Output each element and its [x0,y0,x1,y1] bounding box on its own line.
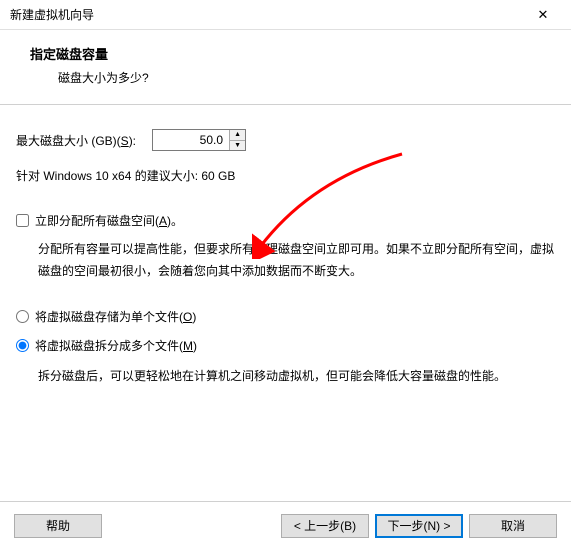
help-button[interactable]: 帮助 [14,514,102,538]
store-single-label[interactable]: 将虚拟磁盘存储为单个文件(O) [35,308,196,325]
disk-size-row: 最大磁盘大小 (GB)(S): ▲ ▼ [16,129,555,151]
store-split-label[interactable]: 将虚拟磁盘拆分成多个文件(M) [35,337,197,354]
spinner-buttons: ▲ ▼ [229,130,245,150]
store-split-row: 将虚拟磁盘拆分成多个文件(M) [16,337,555,354]
disk-size-spinner[interactable]: ▲ ▼ [152,129,246,151]
back-button[interactable]: < 上一步(B) [281,514,369,538]
disk-size-input[interactable] [153,130,229,150]
next-button[interactable]: 下一步(N) > [375,514,463,538]
disk-size-label: 最大磁盘大小 (GB)(S): [16,132,136,149]
content-area: 最大磁盘大小 (GB)(S): ▲ ▼ 针对 Windows 10 x64 的建… [0,105,571,398]
page-subtitle: 磁盘大小为多少? [30,69,541,86]
wizard-header: 指定磁盘容量 磁盘大小为多少? [0,30,571,105]
allocate-now-description: 分配所有容量可以提高性能，但要求所有物理磁盘空间立即可用。如果不立即分配所有空间… [38,239,555,282]
store-split-radio[interactable] [16,339,29,352]
cancel-button[interactable]: 取消 [469,514,557,538]
spin-up-button[interactable]: ▲ [230,130,245,141]
titlebar: 新建虚拟机向导 ✕ [0,0,571,30]
allocate-now-checkbox[interactable] [16,214,29,227]
allocate-now-label[interactable]: 立即分配所有磁盘空间(A)。 [35,212,183,229]
allocate-now-row: 立即分配所有磁盘空间(A)。 [16,212,555,229]
close-button[interactable]: ✕ [523,1,563,29]
footer: 帮助 < 上一步(B) 下一步(N) > 取消 [0,501,571,549]
store-split-description: 拆分磁盘后，可以更轻松地在计算机之间移动虚拟机，但可能会降低大容量磁盘的性能。 [38,366,555,388]
store-single-radio[interactable] [16,310,29,323]
page-title: 指定磁盘容量 [30,44,541,63]
spin-down-button[interactable]: ▼ [230,141,245,151]
recommended-size-text: 针对 Windows 10 x64 的建议大小: 60 GB [16,167,555,184]
close-icon: ✕ [538,7,549,23]
store-single-row: 将虚拟磁盘存储为单个文件(O) [16,308,555,325]
window-title: 新建虚拟机向导 [10,6,94,23]
